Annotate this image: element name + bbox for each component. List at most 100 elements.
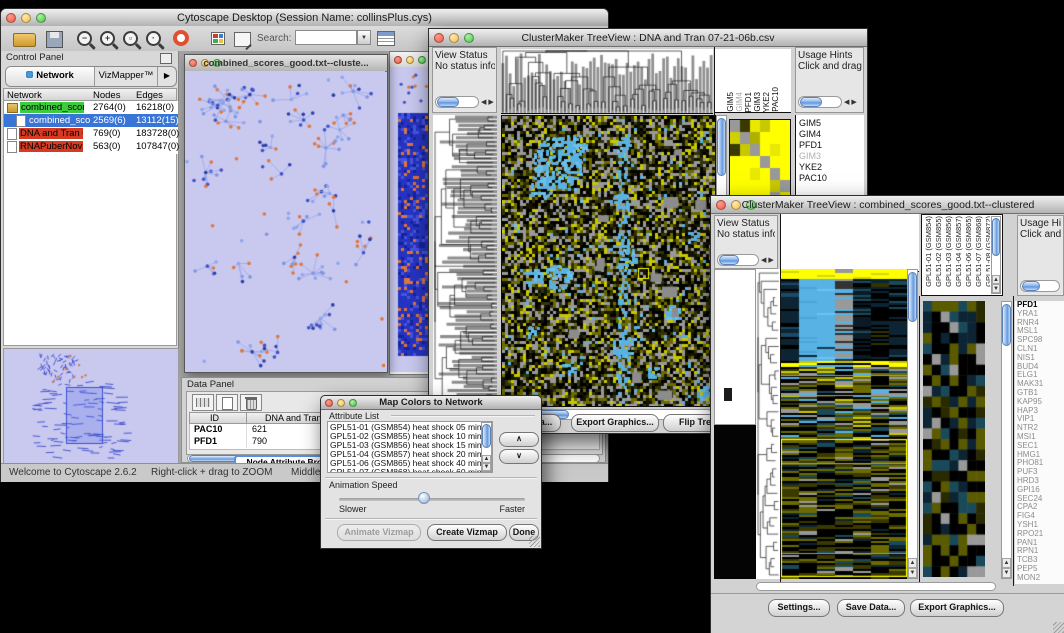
tab-vizmapper[interactable]: VizMapper™ xyxy=(95,67,158,86)
attribute-listbox[interactable]: GPL51-01 (GSM854) heat shock 05 minGPL51… xyxy=(327,421,493,473)
view-status-hscrollbar[interactable] xyxy=(435,96,479,108)
search-dropdown-icon[interactable]: ▼ xyxy=(357,30,371,45)
tv2-vscrollbar[interactable]: ▲ ▼ xyxy=(907,269,918,579)
tv1-row-label[interactable]: YKE2 xyxy=(796,162,864,173)
close-icon[interactable] xyxy=(394,56,402,64)
annotation-icon[interactable] xyxy=(234,32,251,47)
network-name[interactable]: DNA and Tran 07 xyxy=(19,128,83,139)
scroll-left-right-arrows[interactable]: ◀ ▶ xyxy=(481,98,494,106)
network-frame-1[interactable]: combined_scores_good.txt--cluste... xyxy=(184,54,388,373)
tab-network[interactable]: Network xyxy=(6,67,95,86)
network-view-canvas-2[interactable] xyxy=(390,67,432,372)
divider xyxy=(919,296,920,586)
move-down-button[interactable]: ∨ xyxy=(499,449,539,464)
tv2-column-dendrogram-area[interactable] xyxy=(781,214,919,272)
move-up-button[interactable]: ∧ xyxy=(499,432,539,447)
network-row[interactable]: DNA and Tran 07769(0)183728(0) xyxy=(4,127,178,140)
tv2-genelist-vscrollbar[interactable]: ▲ ▼ xyxy=(1001,301,1012,579)
tv1-zoom-heatmap[interactable] xyxy=(729,119,791,205)
tv1-export-graphics-button[interactable]: Export Graphics... xyxy=(571,414,659,432)
tv2-global-dendrogram-view[interactable] xyxy=(714,269,756,425)
attribute-item[interactable]: GPL51-07 (GSM868) heat shock 60 min xyxy=(330,468,480,473)
tv1-row-label[interactable]: PAC10 xyxy=(796,173,864,184)
tv2-column-label[interactable]: GPL51-08 (GSM872) xyxy=(984,216,990,287)
data-col-id[interactable]: ID xyxy=(210,413,219,424)
tv1-row-dendrogram[interactable] xyxy=(433,115,497,405)
network-row[interactable]: combined_sco2569(6)13112(15) xyxy=(4,114,178,127)
search-input[interactable] xyxy=(295,30,357,45)
speed-slider-track[interactable] xyxy=(339,498,525,501)
tv1-column-dendrogram[interactable] xyxy=(501,49,713,114)
tv1-column-label[interactable]: GIM5 xyxy=(726,92,735,112)
tv2-export-graphics-button[interactable]: Export Graphics... xyxy=(910,599,1004,617)
tv2-titlebar[interactable]: ClusterMaker TreeView : combined_scores_… xyxy=(711,196,1064,214)
zoom-in-icon[interactable]: + xyxy=(100,31,115,46)
tv2-column-label[interactable]: GPL51-06 (GSM865) xyxy=(964,216,973,287)
zoom-fit-icon[interactable]: · xyxy=(146,31,161,46)
network-name[interactable]: RNAPuberNov2+ xyxy=(19,141,83,152)
tv1-row-label[interactable]: GIM3 xyxy=(796,151,864,162)
frame1-titlebar[interactable]: combined_scores_good.txt--cluste... xyxy=(185,55,387,72)
usage-hints-hscrollbar[interactable] xyxy=(1020,280,1060,292)
tv1-row-label[interactable]: GIM4 xyxy=(796,129,864,140)
view-status-hscrollbar[interactable] xyxy=(717,254,759,266)
tv2-save-data-button[interactable]: Save Data... xyxy=(837,599,905,617)
tv1-heatmap[interactable] xyxy=(501,115,716,407)
save-icon[interactable] xyxy=(46,31,63,48)
tv2-column-label[interactable]: GPL51-01 (GSM854) xyxy=(924,216,933,287)
network-row[interactable]: combined_scores2764(0)16218(0) xyxy=(4,101,178,114)
speed-slider-thumb[interactable] xyxy=(418,492,430,504)
tv1-row-label[interactable]: PFD1 xyxy=(796,140,864,151)
tv2-settings-button[interactable]: Settings... xyxy=(768,599,830,617)
tv2-gene-labels: PFD1YRA1RNR4MSL1SPC98CLN1NIS1BUD4ELG1MAK… xyxy=(1015,301,1064,584)
tv2-gene-label[interactable]: MON2 xyxy=(1017,574,1064,583)
tv1-column-label[interactable]: GIM4 xyxy=(735,92,744,112)
scroll-left-right-arrows[interactable]: ◀ ▶ xyxy=(761,256,774,264)
dialog-titlebar[interactable]: Map Colors to Network xyxy=(321,396,541,410)
scroll-left-right-arrows[interactable]: ◀ ▶ xyxy=(844,98,857,106)
tv1-column-label[interactable]: YKE2 xyxy=(762,92,771,112)
tv2-column-label[interactable]: GPL51-07 (GSM868) xyxy=(974,216,983,287)
tv2-global-heatmap-view[interactable] xyxy=(714,425,756,579)
tv2-row-dendrogram[interactable] xyxy=(756,269,780,579)
animate-vizmap-button[interactable]: Animate Vizmap xyxy=(337,524,421,541)
tv2-column-label[interactable]: GPL51-04 (GSM857) xyxy=(954,216,963,287)
attribute-list-vscrollbar[interactable]: ▲ ▼ xyxy=(481,422,492,472)
network-overview-thumbnail[interactable] xyxy=(3,348,179,464)
network-view-canvas-1[interactable] xyxy=(185,71,385,370)
network-name[interactable]: combined_sco xyxy=(28,115,91,126)
main-titlebar[interactable]: Cytoscape Desktop (Session Name: collins… xyxy=(1,9,608,27)
tab-overflow-arrow[interactable]: ▶ xyxy=(158,67,176,86)
minimize-icon[interactable] xyxy=(406,56,414,64)
vizmapper-icon[interactable] xyxy=(211,32,225,45)
network-name[interactable]: combined_scores xyxy=(20,102,84,113)
tv2-column-label[interactable]: GPL51-03 (GSM856) xyxy=(944,216,953,287)
resize-grip[interactable] xyxy=(1053,622,1064,633)
network-row[interactable]: RNAPuberNov2+563(0)107847(0) xyxy=(4,140,178,153)
tv2-zoom-heatmap[interactable] xyxy=(923,301,985,577)
tv2-column-label[interactable]: GPL51-02 (GSM855) xyxy=(934,216,943,287)
tv1-row-label[interactable]: GIM5 xyxy=(796,118,864,129)
zoom-selected-icon[interactable]: ▫ xyxy=(123,31,138,46)
tv1-column-label[interactable]: GIM3 xyxy=(753,92,762,112)
status-pan-hint: Middle- xyxy=(291,467,324,478)
float-panel-icon[interactable] xyxy=(160,53,172,64)
zoom-out-icon[interactable]: − xyxy=(77,31,92,46)
tv2-heatmap[interactable] xyxy=(781,269,907,579)
new-attribute-icon[interactable] xyxy=(216,394,238,411)
table-icon[interactable] xyxy=(192,394,214,411)
tv2-collabels-vscrollbar[interactable]: ▲ ▼ xyxy=(991,216,1001,294)
tv1-column-label[interactable]: PAC10 xyxy=(771,87,780,112)
network-list-empty-area[interactable] xyxy=(3,154,177,346)
tv2-hscrollbar[interactable] xyxy=(756,582,996,591)
create-vizmap-button[interactable]: Create Vizmap xyxy=(427,524,507,541)
usage-hints-hscrollbar[interactable] xyxy=(798,96,842,108)
delete-attribute-trash-icon[interactable] xyxy=(240,394,262,411)
resize-grip[interactable] xyxy=(529,536,540,547)
open-file-icon[interactable] xyxy=(13,33,36,47)
help-lifesaver-icon[interactable] xyxy=(173,30,189,46)
attribute-table-icon[interactable] xyxy=(377,31,395,46)
tv1-column-label[interactable]: PFD1 xyxy=(744,92,753,112)
zoom-window-icon[interactable] xyxy=(418,56,426,64)
tv1-titlebar[interactable]: ClusterMaker TreeView : DNA and Tran 07-… xyxy=(429,29,867,47)
